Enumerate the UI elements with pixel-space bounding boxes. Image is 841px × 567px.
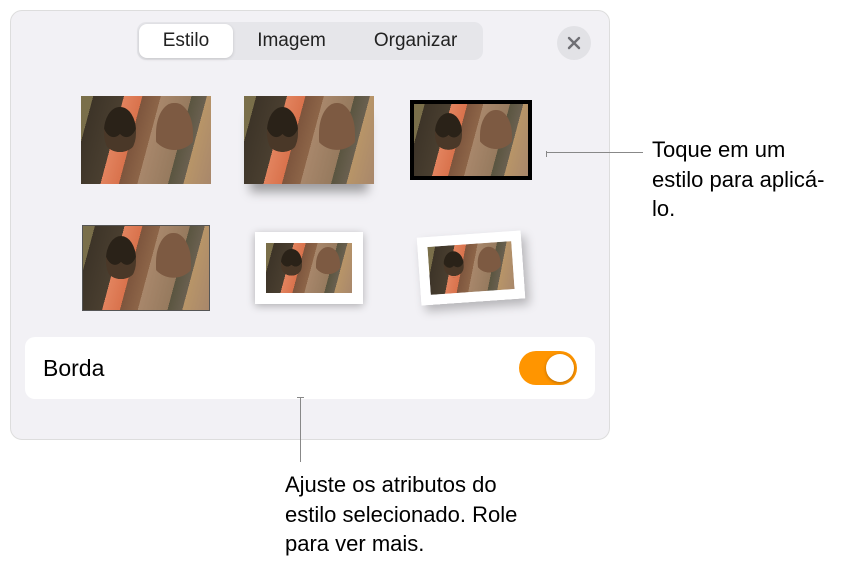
border-toggle[interactable] [519, 351, 577, 385]
toggle-knob [546, 354, 574, 382]
format-panel: Estilo Imagem Organizar [10, 10, 610, 440]
border-label: Borda [43, 355, 104, 382]
tab-organize[interactable]: Organizar [350, 24, 481, 58]
style-thumbnail-image [82, 225, 210, 311]
style-option-white-mat[interactable] [244, 219, 374, 317]
callout-apply-style: Toque em um estilo para aplicá-lo. [652, 135, 832, 224]
tabs-segmented-control: Estilo Imagem Organizar [137, 22, 484, 60]
styles-grid [11, 71, 609, 327]
style-option-thin-border[interactable] [81, 219, 211, 317]
close-button[interactable] [557, 26, 591, 60]
style-thumbnail-image [244, 96, 374, 184]
tab-style[interactable]: Estilo [139, 24, 233, 58]
style-thumbnail-image [417, 230, 525, 305]
style-option-black-frame[interactable] [406, 91, 536, 189]
border-section: Borda [25, 337, 595, 399]
style-thumbnail-image [255, 232, 363, 304]
style-option-shadow[interactable] [244, 91, 374, 189]
close-icon [566, 35, 582, 51]
tab-bar: Estilo Imagem Organizar [11, 11, 609, 71]
callout-line [547, 152, 643, 153]
style-thumbnail-image [81, 96, 211, 184]
tab-image[interactable]: Imagem [233, 24, 350, 58]
style-option-polaroid-tilt[interactable] [406, 219, 536, 317]
style-thumbnail-image [410, 100, 532, 180]
style-option-plain[interactable] [81, 91, 211, 189]
callout-line [300, 398, 301, 462]
callout-adjust-attributes: Ajuste os atributos do estilo selecionad… [285, 470, 545, 559]
